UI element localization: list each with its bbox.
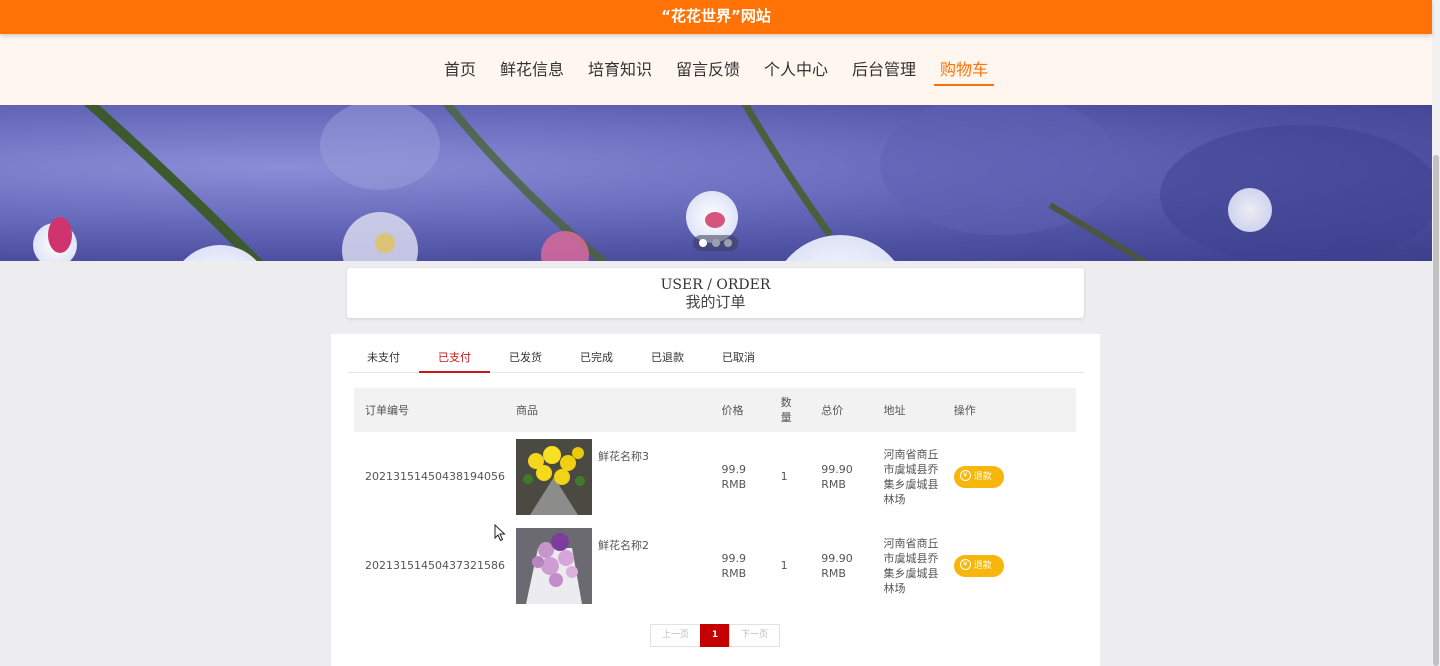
goods-price: 99.9 RMB	[721, 462, 747, 491]
scrollbar-thumb[interactable]	[1433, 155, 1439, 666]
col-header-order-no: 订单编号	[354, 388, 505, 432]
purple-flower-bouquet-image[interactable]	[515, 527, 592, 604]
banner-carousel	[0, 105, 1432, 261]
nav-item-knowledge[interactable]: 培育知识	[582, 60, 658, 84]
nav-item-feedback[interactable]: 留言反馈	[670, 60, 746, 84]
refund-button-label: 退款	[973, 560, 992, 571]
nav-item-admin[interactable]: 后台管理	[846, 60, 922, 84]
tab-completed[interactable]: 已完成	[561, 334, 632, 373]
shipping-address: 河南省商丘市虞城县乔集乡虞城县林场	[883, 447, 939, 506]
table-header-row: 订单编号 商品 价格 数量 总价 地址 操作	[354, 388, 1076, 432]
pagination: 上一页 1 下一页	[650, 624, 780, 647]
table-row: 20213151450437321586 鲜花名称2 99.9 RMB 1 99…	[354, 521, 1076, 610]
col-header-qty: 数量	[769, 388, 811, 432]
carousel-indicators	[693, 235, 738, 251]
goods-qty: 1	[780, 559, 788, 572]
orders-table: 订单编号 商品 价格 数量 总价 地址 操作 20213151450438194…	[354, 388, 1076, 610]
order-title-cn: 我的订单	[685, 293, 746, 311]
action-cell: ¥ 退款	[943, 521, 1076, 610]
tab-refunded[interactable]: 已退款	[632, 334, 703, 373]
yellow-flower-bouquet-image[interactable]	[515, 438, 592, 515]
page-scrollbar[interactable]	[1432, 0, 1440, 666]
yen-icon: ¥	[959, 469, 971, 481]
main-nav: 首页 鲜花信息 培育知识 留言反馈 个人中心 后台管理 购物车	[0, 34, 1432, 105]
tab-cancelled[interactable]: 已取消	[703, 334, 774, 373]
prev-page-button[interactable]: 上一页	[650, 624, 701, 647]
site-title: “花花世界”网站	[661, 7, 771, 25]
refund-button[interactable]: ¥ 退款	[953, 554, 1004, 577]
next-page-button[interactable]: 下一页	[729, 624, 780, 647]
goods-name[interactable]: 鲜花名称2	[598, 538, 649, 553]
col-header-goods: 商品	[504, 388, 711, 432]
order-title-en: USER / ORDER	[660, 277, 771, 293]
goods-cell: 鲜花名称2	[505, 521, 711, 610]
order-number: 20213151450437321586	[365, 559, 505, 572]
col-header-action: 操作	[942, 388, 1076, 432]
col-header-total: 总价	[810, 388, 873, 432]
tab-unpaid[interactable]: 未支付	[348, 334, 419, 373]
refund-button-label: 退款	[973, 471, 992, 482]
page-number-current[interactable]: 1	[700, 624, 730, 647]
nav-item-flowers[interactable]: 鲜花信息	[494, 60, 570, 84]
site-header: “花花世界”网站	[0, 0, 1432, 34]
goods-price: 99.9 RMB	[721, 551, 747, 580]
goods-cell: 鲜花名称3	[505, 432, 711, 521]
mouse-cursor-icon	[494, 524, 506, 542]
order-number: 20213151450438194056	[365, 470, 505, 483]
nav-item-home[interactable]: 首页	[438, 60, 482, 84]
carousel-dot-2[interactable]	[712, 239, 720, 247]
nav-item-profile[interactable]: 个人中心	[758, 60, 834, 84]
order-total: 99.90 RMB	[821, 462, 853, 491]
carousel-dot-3[interactable]	[724, 239, 732, 247]
yen-icon: ¥	[959, 558, 971, 570]
action-cell: ¥ 退款	[943, 432, 1076, 521]
carousel-dot-1[interactable]	[699, 239, 707, 247]
tab-shipped[interactable]: 已发货	[490, 334, 561, 373]
order-section-header: USER / ORDER 我的订单	[347, 268, 1084, 318]
tab-paid[interactable]: 已支付	[419, 334, 490, 373]
order-panel: 未支付 已支付 已发货 已完成 已退款 已取消 订单编号 商品 价格 数量 总价 地址 操…	[331, 334, 1100, 666]
col-header-price: 价格	[710, 388, 770, 432]
shipping-address: 河南省商丘市虞城县乔集乡虞城县林场	[883, 536, 939, 595]
col-header-address: 地址	[872, 388, 943, 432]
order-status-tabs: 未支付 已支付 已发货 已完成 已退款 已取消	[348, 334, 1084, 373]
nav-item-cart[interactable]: 购物车	[934, 60, 995, 86]
goods-qty: 1	[780, 470, 788, 483]
goods-name[interactable]: 鲜花名称3	[598, 449, 649, 464]
refund-button[interactable]: ¥ 退款	[953, 465, 1004, 488]
table-row: 20213151450438194056 鲜花名称3 99.9 RMB 1 99…	[354, 432, 1076, 521]
order-total: 99.90 RMB	[821, 551, 853, 580]
